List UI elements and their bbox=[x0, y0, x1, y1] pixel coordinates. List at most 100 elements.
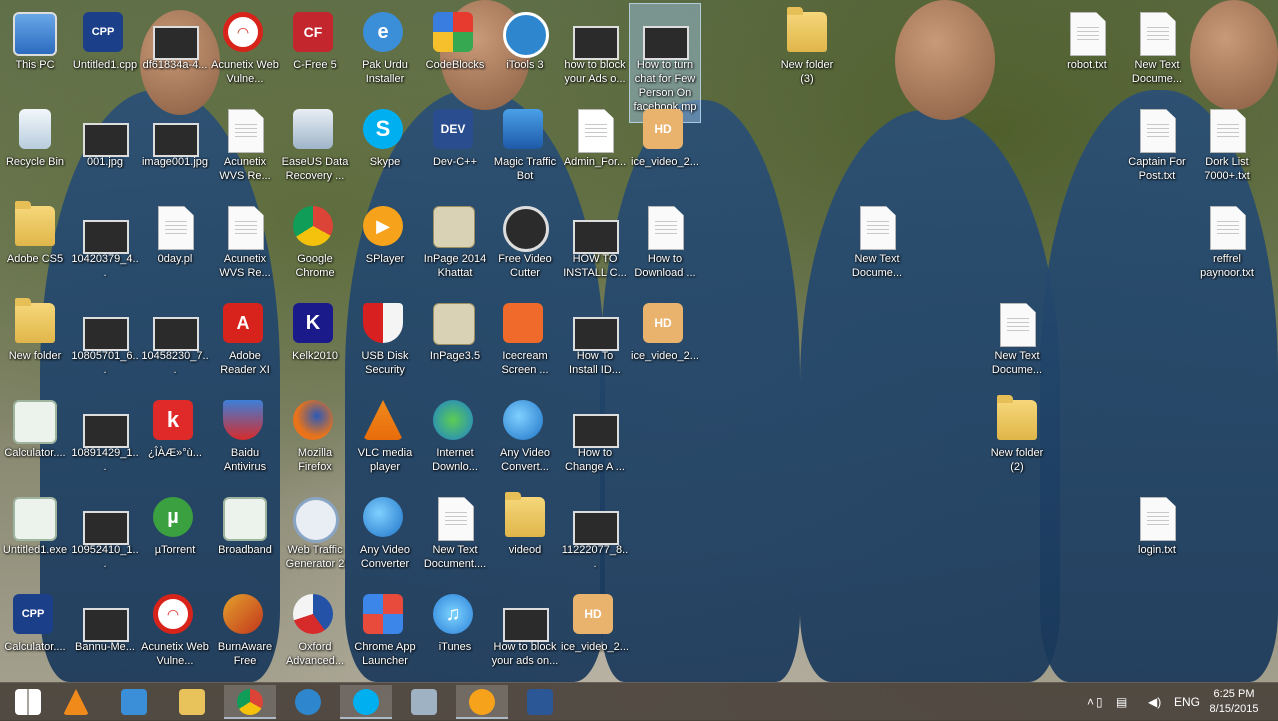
desktop-icon[interactable]: Icecream Screen ... bbox=[490, 295, 560, 387]
desktop-icon[interactable]: Captain For Post.txt bbox=[1122, 101, 1192, 193]
desktop-icon-label: InPage3.5 bbox=[429, 350, 481, 362]
desktop-icon-label: ice_video_2... bbox=[631, 156, 699, 168]
desktop-icon[interactable]: e Pak Urdu Installer bbox=[350, 4, 420, 96]
taskbar-word[interactable] bbox=[514, 685, 566, 719]
desktop-icon[interactable]: Dork List 7000+.txt bbox=[1192, 101, 1262, 193]
desktop-icon[interactable]: ♫ iTunes bbox=[420, 586, 490, 678]
taskbar-vlc[interactable] bbox=[50, 685, 102, 719]
desktop-icon[interactable]: This PC bbox=[0, 4, 70, 96]
desktop-icon[interactable]: K Kelk2010 bbox=[280, 295, 350, 387]
desktop-icon[interactable]: 10952410_1... bbox=[70, 489, 140, 581]
start-button[interactable] bbox=[2, 685, 54, 719]
desktop-icon[interactable]: Any Video Convert... bbox=[490, 392, 560, 484]
desktop-icon[interactable]: A Adobe Reader XI bbox=[210, 295, 280, 387]
desktop-icon-label: C-Free 5 bbox=[293, 59, 337, 71]
desktop-icon[interactable]: InPage3.5 bbox=[420, 295, 490, 387]
desktop-icon[interactable]: New Text Docume... bbox=[842, 198, 912, 290]
desktop-icon[interactable]: Magic Traffic Bot bbox=[490, 101, 560, 193]
network-icon[interactable]: ▤ bbox=[1116, 683, 1130, 721]
desktop-icon[interactable]: How to block your ads on... bbox=[490, 586, 560, 678]
desktop-icon[interactable]: Admin_For... bbox=[560, 101, 630, 193]
desktop-icon[interactable]: Google Chrome bbox=[280, 198, 350, 290]
desktop-icon[interactable]: Internet Downlo... bbox=[420, 392, 490, 484]
desktop-icon[interactable]: DEV Dev-C++ bbox=[420, 101, 490, 193]
desktop-icon[interactable]: k ¿ÎÀÆ»°ù... bbox=[140, 392, 210, 484]
desktop[interactable]: This PC CPP Untitled1.cpp df61834a-4... ◠ Acu… bbox=[0, 0, 1278, 682]
desktop-icon[interactable]: How to Download ... bbox=[630, 198, 700, 290]
desktop-icon[interactable]: HD ice_video_2... bbox=[630, 295, 700, 387]
desktop-icon[interactable]: 10891429_1... bbox=[70, 392, 140, 484]
desktop-icon[interactable]: reffrel paynoor.txt bbox=[1192, 198, 1262, 290]
desktop-icon[interactable]: EaseUS Data Recovery ... bbox=[280, 101, 350, 193]
desktop-icon[interactable]: ◠ Acunetix Web Vulne... bbox=[210, 4, 280, 96]
desktop-icon[interactable]: HD ice_video_2... bbox=[560, 586, 630, 678]
desktop-icon[interactable]: df61834a-4... bbox=[140, 4, 210, 96]
taskbar-ie[interactable] bbox=[108, 685, 160, 719]
desktop-icon[interactable]: VLC media player bbox=[350, 392, 420, 484]
desktop-icon[interactable]: CF C-Free 5 bbox=[280, 4, 350, 96]
desktop-icon[interactable]: Adobe CS5 bbox=[0, 198, 70, 290]
desktop-icon[interactable]: Untitled1.exe bbox=[0, 489, 70, 581]
easeus-icon bbox=[293, 109, 337, 153]
desktop-icon[interactable]: 10458230_7... bbox=[140, 295, 210, 387]
desktop-icon[interactable]: CPP Untitled1.cpp bbox=[70, 4, 140, 96]
desktop-icon[interactable]: Oxford Advanced... bbox=[280, 586, 350, 678]
desktop-icon[interactable]: InPage 2014 Khattat bbox=[420, 198, 490, 290]
desktop-icon[interactable]: Free Video Cutter bbox=[490, 198, 560, 290]
desktop-icon[interactable]: Calculator.... bbox=[0, 392, 70, 484]
action-center-icon[interactable]: ▯ bbox=[1096, 683, 1108, 721]
desktop-icon[interactable]: Acunetix WVS Re... bbox=[210, 198, 280, 290]
desktop-icon[interactable]: New Text Document.... bbox=[420, 489, 490, 581]
desktop-icon[interactable]: How To Install ID... bbox=[560, 295, 630, 387]
desktop-icon[interactable]: µ µTorrent bbox=[140, 489, 210, 581]
desktop-icon[interactable]: Any Video Converter bbox=[350, 489, 420, 581]
desktop-icon[interactable]: 0day.pl bbox=[140, 198, 210, 290]
desktop-icon[interactable]: CPP Calculator.... bbox=[0, 586, 70, 678]
language-indicator[interactable]: ENG bbox=[1174, 683, 1200, 721]
desktop-icon[interactable]: ◠ Acunetix Web Vulne... bbox=[140, 586, 210, 678]
taskbar-explorer[interactable] bbox=[166, 685, 218, 719]
desktop-icon[interactable]: Broadband bbox=[210, 489, 280, 581]
desktop-icon[interactable]: how to block your Ads o... bbox=[560, 4, 630, 96]
desktop-icon[interactable]: HD ice_video_2... bbox=[630, 101, 700, 193]
taskbar-skype[interactable] bbox=[340, 685, 392, 719]
taskbar-app[interactable] bbox=[398, 685, 450, 719]
desktop-icon[interactable]: BurnAware Free bbox=[210, 586, 280, 678]
taskbar-itools[interactable] bbox=[282, 685, 334, 719]
desktop-icon[interactable]: 10805701_6... bbox=[70, 295, 140, 387]
desktop-icon[interactable]: 11222077_8... bbox=[560, 489, 630, 581]
desktop-icon[interactable]: Web Traffic Generator 2 bbox=[280, 489, 350, 581]
desktop-icon[interactable]: Bannu-Me... bbox=[70, 586, 140, 678]
desktop-icon[interactable]: Acunetix WVS Re... bbox=[210, 101, 280, 193]
desktop-icon[interactable]: New folder (2) bbox=[982, 392, 1052, 484]
taskbar-recorder[interactable] bbox=[456, 685, 508, 719]
desktop-icon[interactable]: image001.jpg bbox=[140, 101, 210, 193]
text-file-icon bbox=[1135, 12, 1179, 56]
desktop-icon[interactable]: Mozilla Firefox bbox=[280, 392, 350, 484]
desktop-icon[interactable]: Recycle Bin bbox=[0, 101, 70, 193]
taskbar-chrome[interactable] bbox=[224, 685, 276, 719]
clock[interactable]: 6:25 PM 8/15/2015 bbox=[1204, 687, 1264, 717]
desktop-icon[interactable]: HOW TO INSTALL C... bbox=[560, 198, 630, 290]
desktop-icon[interactable]: videod bbox=[490, 489, 560, 581]
desktop-icon[interactable]: New folder bbox=[0, 295, 70, 387]
desktop-icon[interactable]: USB Disk Security bbox=[350, 295, 420, 387]
icecream-icon bbox=[503, 303, 547, 347]
desktop-icon-label: This PC bbox=[15, 59, 55, 71]
desktop-icon[interactable]: robot.txt bbox=[1052, 4, 1122, 96]
desktop-icon[interactable]: 001.jpg bbox=[70, 101, 140, 193]
volume-icon[interactable]: ◀) bbox=[1148, 683, 1164, 721]
desktop-icon[interactable]: 10420379_4... bbox=[70, 198, 140, 290]
desktop-icon[interactable]: S Skype bbox=[350, 101, 420, 193]
desktop-icon[interactable]: New Text Docume... bbox=[982, 295, 1052, 387]
desktop-icon[interactable]: Chrome App Launcher bbox=[350, 586, 420, 678]
desktop-icon[interactable]: New folder (3) bbox=[772, 4, 842, 96]
desktop-icon[interactable]: New Text Docume... bbox=[1122, 4, 1192, 96]
tray-chevron[interactable]: ˄ bbox=[1087, 683, 1094, 721]
desktop-icon[interactable]: iTools 3 bbox=[490, 4, 560, 96]
desktop-icon[interactable]: How to Change A ... bbox=[560, 392, 630, 484]
desktop-icon[interactable]: CodeBlocks bbox=[420, 4, 490, 96]
desktop-icon[interactable]: Baidu Antivirus bbox=[210, 392, 280, 484]
desktop-icon[interactable]: login.txt bbox=[1122, 489, 1192, 581]
desktop-icon[interactable]: ▶ SPlayer bbox=[350, 198, 420, 290]
